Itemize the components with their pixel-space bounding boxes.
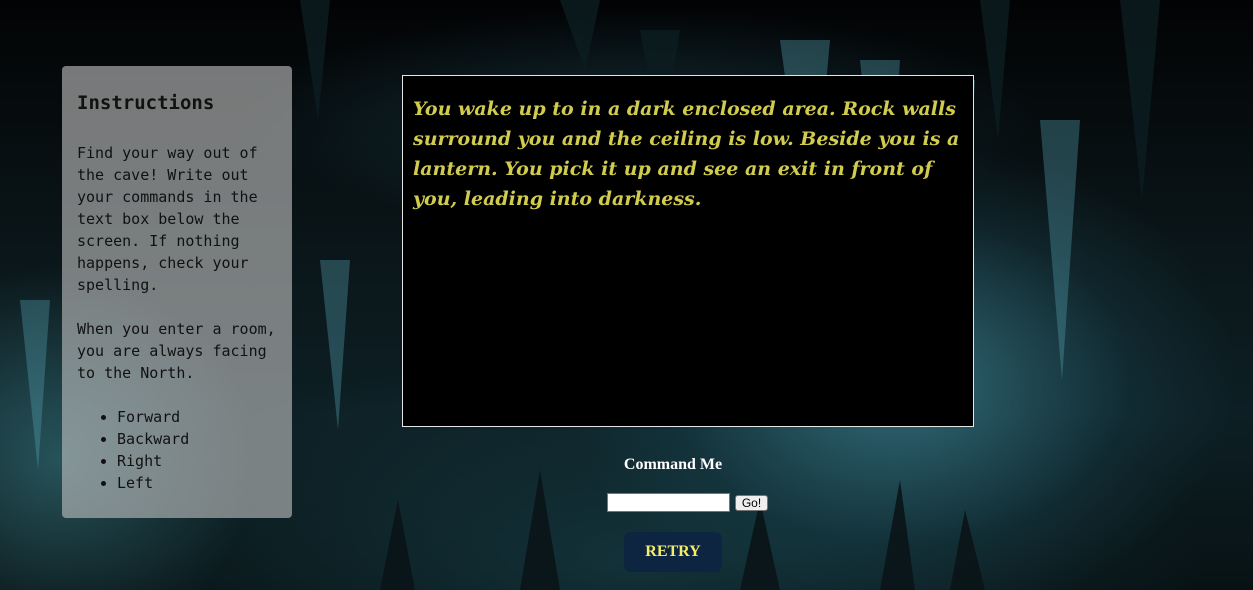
- go-button[interactable]: Go!: [735, 495, 768, 511]
- command-list: Forward Backward Right Left: [77, 406, 278, 494]
- instructions-panel: Instructions Find your way out of the ca…: [62, 66, 292, 518]
- instructions-title: Instructions: [77, 92, 215, 114]
- command-list-item: Left: [117, 472, 278, 494]
- command-input[interactable]: [607, 493, 730, 512]
- instructions-goal-text: Find your way out of the cave! Write out…: [77, 144, 258, 294]
- command-list-item: Backward: [117, 428, 278, 450]
- retry-button[interactable]: RETRY: [624, 532, 722, 572]
- command-list-item: Right: [117, 450, 278, 472]
- instructions-facing-text: When you enter a room, you are always fa…: [77, 320, 276, 382]
- story-text: You wake up to in a dark enclosed area. …: [413, 98, 960, 210]
- game-screen: You wake up to in a dark enclosed area. …: [402, 75, 974, 427]
- command-list-item: Forward: [117, 406, 278, 428]
- command-label: Command Me: [623, 456, 723, 473]
